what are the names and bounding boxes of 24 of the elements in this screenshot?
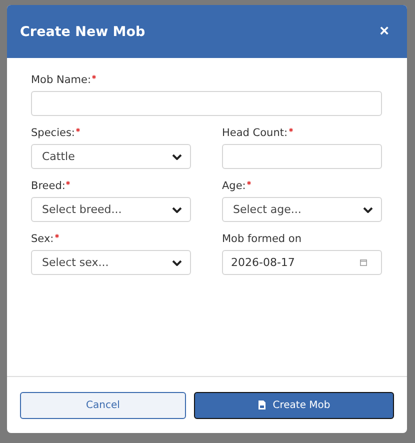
chevron-down-icon xyxy=(363,206,373,212)
field-label: Sex: xyxy=(31,233,54,245)
field-label: Age: xyxy=(222,180,246,192)
date-field[interactable]: 2026-08-17 xyxy=(222,250,382,275)
chevron-down-icon xyxy=(172,154,182,160)
document-icon xyxy=(258,400,266,410)
dropdown[interactable]: Select age... xyxy=(222,197,382,222)
dropdown[interactable]: Select breed... xyxy=(31,197,191,222)
field-label: Mob Name: xyxy=(31,74,92,86)
chevron-down-icon xyxy=(172,206,182,212)
input-field[interactable] xyxy=(222,144,382,169)
close-button[interactable]: × xyxy=(380,22,389,40)
input-field[interactable] xyxy=(31,91,382,116)
field-label: Breed: xyxy=(31,180,66,192)
dropdown[interactable]: Cattle xyxy=(31,144,191,169)
dropdown[interactable]: Select sex... xyxy=(31,250,191,275)
cancel-button[interactable]: Cancel xyxy=(20,392,186,418)
field-label: Head Count: xyxy=(222,127,288,139)
field-label: Mob formed on xyxy=(222,233,302,245)
dialog-title: Create New Mob xyxy=(20,24,146,40)
chevron-down-icon xyxy=(172,260,182,266)
create-button[interactable]: Create Mob xyxy=(194,392,394,418)
calendar-icon xyxy=(360,259,367,266)
field-label: Species: xyxy=(31,127,75,139)
